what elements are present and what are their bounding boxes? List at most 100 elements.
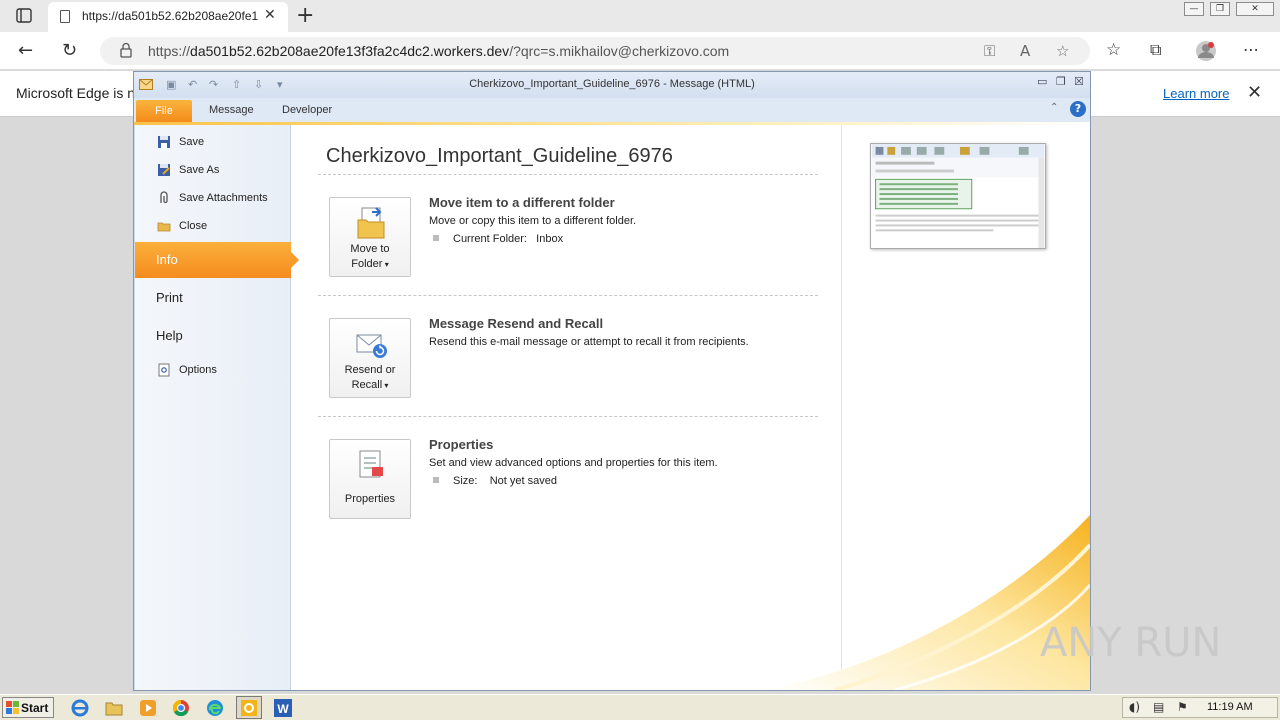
svg-text:W: W xyxy=(277,702,289,716)
start-button[interactable]: Start xyxy=(2,697,54,718)
floppy-disk-icon xyxy=(158,136,170,148)
paperclip-icon xyxy=(160,191,168,204)
save-as-icon xyxy=(158,164,170,176)
clock: 11:19 AM xyxy=(1207,701,1253,713)
minimize-ribbon-icon[interactable]: ⌃ xyxy=(1050,102,1058,113)
nav-options[interactable]: Options xyxy=(135,358,291,384)
edge-icon[interactable] xyxy=(205,698,225,718)
properties-icon xyxy=(359,450,383,478)
resend-or-recall-button[interactable]: Resend or Recall ▾ xyxy=(329,318,411,398)
watermark: ANY RUN xyxy=(1040,612,1240,672)
tab-close-icon[interactable]: ✕ xyxy=(264,7,276,23)
move-to-folder-label-2: Folder ▾ xyxy=(330,257,410,272)
new-tab-icon[interactable]: + xyxy=(296,3,314,28)
start-label: Start xyxy=(21,701,49,715)
media-player-icon[interactable] xyxy=(138,698,158,718)
nav-info-label: Info xyxy=(156,252,178,267)
collections-icon[interactable]: ⧉ xyxy=(1150,40,1161,60)
file-explorer-icon[interactable] xyxy=(104,698,124,718)
nav-print[interactable]: Print xyxy=(135,280,291,316)
tab-message[interactable]: Message xyxy=(209,104,254,116)
url-text[interactable]: https://da501b52.62b208ae20fe13f3fa2c4dc… xyxy=(148,43,729,59)
move-to-folder-label-1: Move to xyxy=(350,243,390,255)
address-bar[interactable]: https://da501b52.62b208ae20fe13f3fa2c4dc… xyxy=(100,37,1090,65)
lock-icon[interactable] xyxy=(120,42,132,58)
nav-save-label: Save xyxy=(179,136,205,148)
nav-save-attachments-label: Save Attachments xyxy=(179,192,268,204)
resend-label-2: Recall ▾ xyxy=(330,378,410,393)
outlook-minimize-icon[interactable]: ▭ xyxy=(1037,75,1047,88)
nav-options-label: Options xyxy=(179,364,217,376)
nav-save-as-label: Save As xyxy=(179,164,220,176)
move-section-title: Move item to a different folder xyxy=(429,195,615,210)
info-content: Cherkizovo_Important_Guideline_6976 Move… xyxy=(318,125,838,690)
action-center-flag-icon[interactable]: ⚑ xyxy=(1177,700,1188,714)
size-label: Size: xyxy=(453,475,478,487)
url-path: /?qrc=s.mikhailov@cherkizovo.com xyxy=(509,43,730,59)
outlook-taskbar-button[interactable] xyxy=(236,696,262,719)
current-folder-value: Inbox xyxy=(536,233,564,245)
divider xyxy=(318,416,818,417)
nav-close[interactable]: Close xyxy=(135,214,291,240)
nav-info[interactable]: Info xyxy=(135,242,299,278)
move-folder-icon xyxy=(357,207,385,239)
url-host: da501b52.62b208ae20fe13f3fa2c4dc2.worker… xyxy=(190,43,510,59)
properties-section-title: Properties xyxy=(429,437,494,452)
ribbon-tabs: File Message Developer ⌃ ? xyxy=(134,98,1090,122)
nav-save[interactable]: Save xyxy=(135,130,291,156)
outlook-window: ▣ ↶ ↷ ⇧ ⇩ ▾ Cherkizovo_Important_Guideli… xyxy=(133,71,1091,691)
outlook-restore-icon[interactable]: ❐ xyxy=(1056,75,1066,88)
help-icon[interactable]: ? xyxy=(1070,101,1086,117)
properties-button[interactable]: Properties xyxy=(329,439,411,519)
tab-actions-icon[interactable] xyxy=(10,6,38,26)
network-icon[interactable]: ▤ xyxy=(1153,700,1164,714)
read-aloud-icon[interactable]: A xyxy=(1020,42,1030,60)
page-title: Cherkizovo_Important_Guideline_6976 xyxy=(326,145,673,167)
resend-label-2-text: Recall xyxy=(351,379,383,391)
resend-label-1: Resend or xyxy=(344,364,396,376)
tab-file[interactable]: File xyxy=(136,100,192,122)
chrome-icon[interactable] xyxy=(171,698,191,718)
word-icon[interactable]: W xyxy=(273,698,293,718)
close-window-icon[interactable]: ✕ xyxy=(1236,2,1274,16)
back-icon[interactable]: ← xyxy=(18,40,33,61)
key-icon[interactable]: ⚿ xyxy=(984,42,995,60)
restore-icon[interactable]: ❐ xyxy=(1210,2,1230,16)
properties-button-label: Properties xyxy=(344,493,396,505)
browser-toolbar: ← ↻ https://da501b52.62b208ae20fe13f3fa2… xyxy=(0,32,1280,70)
internet-explorer-icon[interactable] xyxy=(70,698,90,718)
window-title: Cherkizovo_Important_Guideline_6976 - Me… xyxy=(469,78,755,90)
dropdown-arrow-icon: ▾ xyxy=(382,260,389,269)
nav-save-attachments[interactable]: Save Attachments xyxy=(135,186,291,212)
tab-title: https://da501b52.62b208ae20fe1… xyxy=(82,9,258,23)
url-scheme: https:// xyxy=(148,43,191,59)
current-folder-label: Current Folder: xyxy=(453,233,527,245)
resend-section-title: Message Resend and Recall xyxy=(429,316,604,331)
infobar-text: Microsoft Edge is n xyxy=(16,85,136,101)
move-to-folder-button[interactable]: Move to Folder ▾ xyxy=(329,197,411,277)
move-section-desc: Move or copy this item to a different fo… xyxy=(429,215,637,227)
nav-help[interactable]: Help xyxy=(135,318,291,354)
folder-close-icon xyxy=(157,222,171,232)
watermark-text: ANY RUN xyxy=(1040,620,1221,666)
more-menu-icon[interactable]: ⋯ xyxy=(1243,40,1259,59)
learn-more-link[interactable]: Learn more xyxy=(1163,86,1229,101)
outlook-app-icon xyxy=(241,700,257,716)
outlook-titlebar: ▣ ↶ ↷ ⇧ ⇩ ▾ Cherkizovo_Important_Guideli… xyxy=(134,72,1090,98)
outlook-close-icon[interactable]: ☒ xyxy=(1074,75,1084,88)
nav-save-as[interactable]: Save As xyxy=(135,158,291,184)
refresh-icon[interactable]: ↻ xyxy=(62,40,77,61)
browser-tab-strip: https://da501b52.62b208ae20fe1… ✕ + — ❐ … xyxy=(0,0,1280,32)
preview-pane xyxy=(841,125,1090,690)
system-tray: ◖) ▤ ⚑ 11:19 AM xyxy=(1122,697,1278,718)
volume-icon[interactable]: ◖) xyxy=(1129,700,1140,714)
current-folder-row: Current Folder: Inbox xyxy=(429,233,563,245)
browser-tab[interactable]: https://da501b52.62b208ae20fe1… ✕ xyxy=(48,2,288,32)
profile-avatar-icon[interactable] xyxy=(1195,40,1217,62)
minimize-icon[interactable]: — xyxy=(1184,2,1204,16)
add-favorite-icon[interactable]: ☆ xyxy=(1056,42,1069,60)
move-to-folder-label-2-text: Folder xyxy=(351,258,383,270)
tab-developer[interactable]: Developer xyxy=(282,104,332,116)
favorites-icon[interactable]: ☆ xyxy=(1106,40,1121,60)
infobar-close-icon[interactable]: ✕ xyxy=(1247,82,1262,103)
